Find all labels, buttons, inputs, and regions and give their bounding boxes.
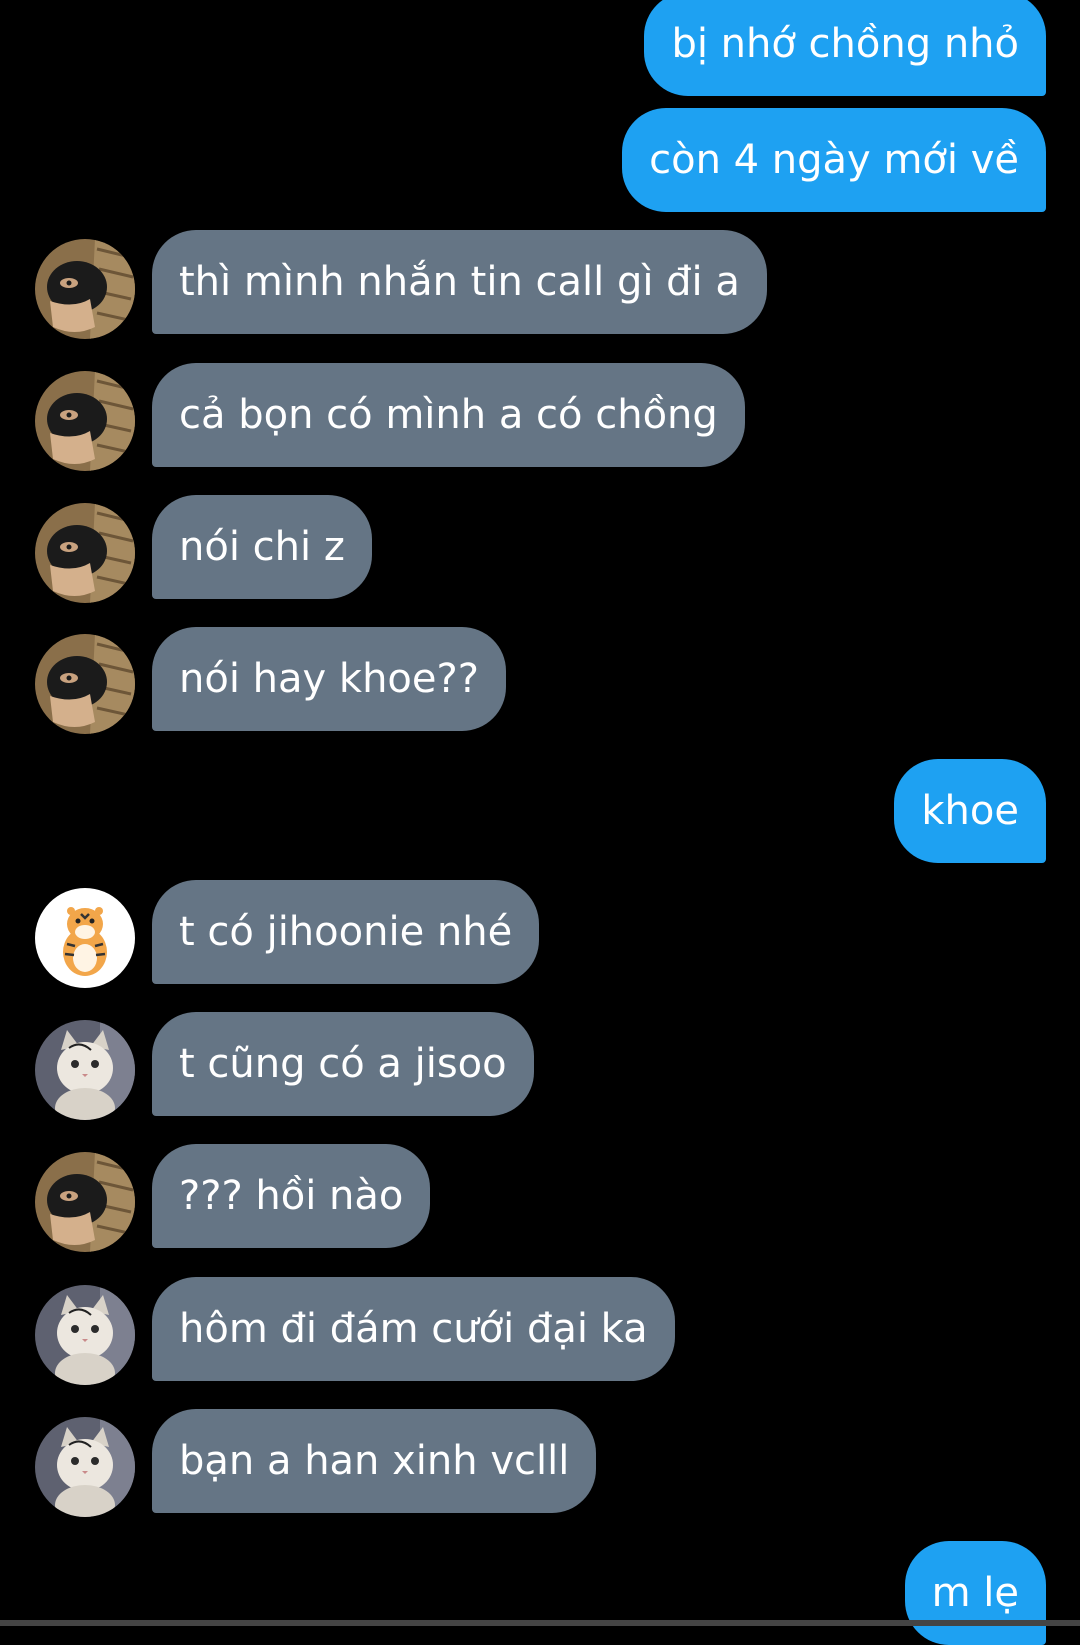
received-message-bubble[interactable]: ??? hồi nào [152, 1144, 431, 1248]
message-text: t có jihoonie nhé [179, 909, 513, 955]
received-message-bubble[interactable]: nói chi z [152, 495, 372, 599]
message-text: nói chi z [179, 524, 345, 570]
received-message-bubble[interactable]: t có jihoonie nhé [152, 880, 540, 984]
cat-avatar[interactable] [35, 1020, 135, 1120]
masked-man-avatar[interactable] [35, 371, 135, 471]
message-text: m lẹ [931, 1570, 1019, 1616]
received-message-bubble[interactable]: bạn a han xinh vclll [152, 1409, 597, 1513]
received-message-bubble[interactable]: nói hay khoe?? [152, 627, 506, 731]
message-text: còn 4 ngày mới về [649, 137, 1019, 183]
bottom-edge-divider [0, 1620, 1080, 1626]
chat-thread: bị nhớ chồng nhỏ còn 4 ngày mới về thì m… [0, 0, 1080, 1645]
masked-man-avatar[interactable] [35, 503, 135, 603]
masked-man-avatar[interactable] [35, 239, 135, 339]
message-text: ??? hồi nào [179, 1173, 404, 1219]
message-text: bị nhớ chồng nhỏ [671, 21, 1019, 67]
received-message-bubble[interactable]: hôm đi đám cưới đại ka [152, 1277, 675, 1381]
received-message-bubble[interactable]: t cũng có a jisoo [152, 1012, 534, 1116]
received-message-bubble[interactable]: thì mình nhắn tin call gì đi a [152, 230, 767, 334]
message-text: t cũng có a jisoo [179, 1041, 507, 1087]
tiger-avatar[interactable] [35, 888, 135, 988]
masked-man-avatar[interactable] [35, 1152, 135, 1252]
message-text: nói hay khoe?? [179, 656, 479, 702]
cat-avatar[interactable] [35, 1417, 135, 1517]
message-text: khoe [921, 788, 1019, 834]
cat-avatar[interactable] [35, 1285, 135, 1385]
received-message-bubble[interactable]: cả bọn có mình a có chồng [152, 363, 745, 467]
message-text: cả bọn có mình a có chồng [179, 392, 718, 438]
message-text: bạn a han xinh vclll [179, 1438, 570, 1484]
sent-message-bubble[interactable]: còn 4 ngày mới về [622, 108, 1046, 212]
sent-message-bubble[interactable]: bị nhớ chồng nhỏ [644, 0, 1046, 96]
masked-man-avatar[interactable] [35, 634, 135, 734]
sent-message-bubble[interactable]: m lẹ [904, 1541, 1046, 1645]
message-text: hôm đi đám cưới đại ka [179, 1306, 648, 1352]
sent-message-bubble[interactable]: khoe [894, 759, 1046, 863]
message-text: thì mình nhắn tin call gì đi a [179, 259, 740, 305]
